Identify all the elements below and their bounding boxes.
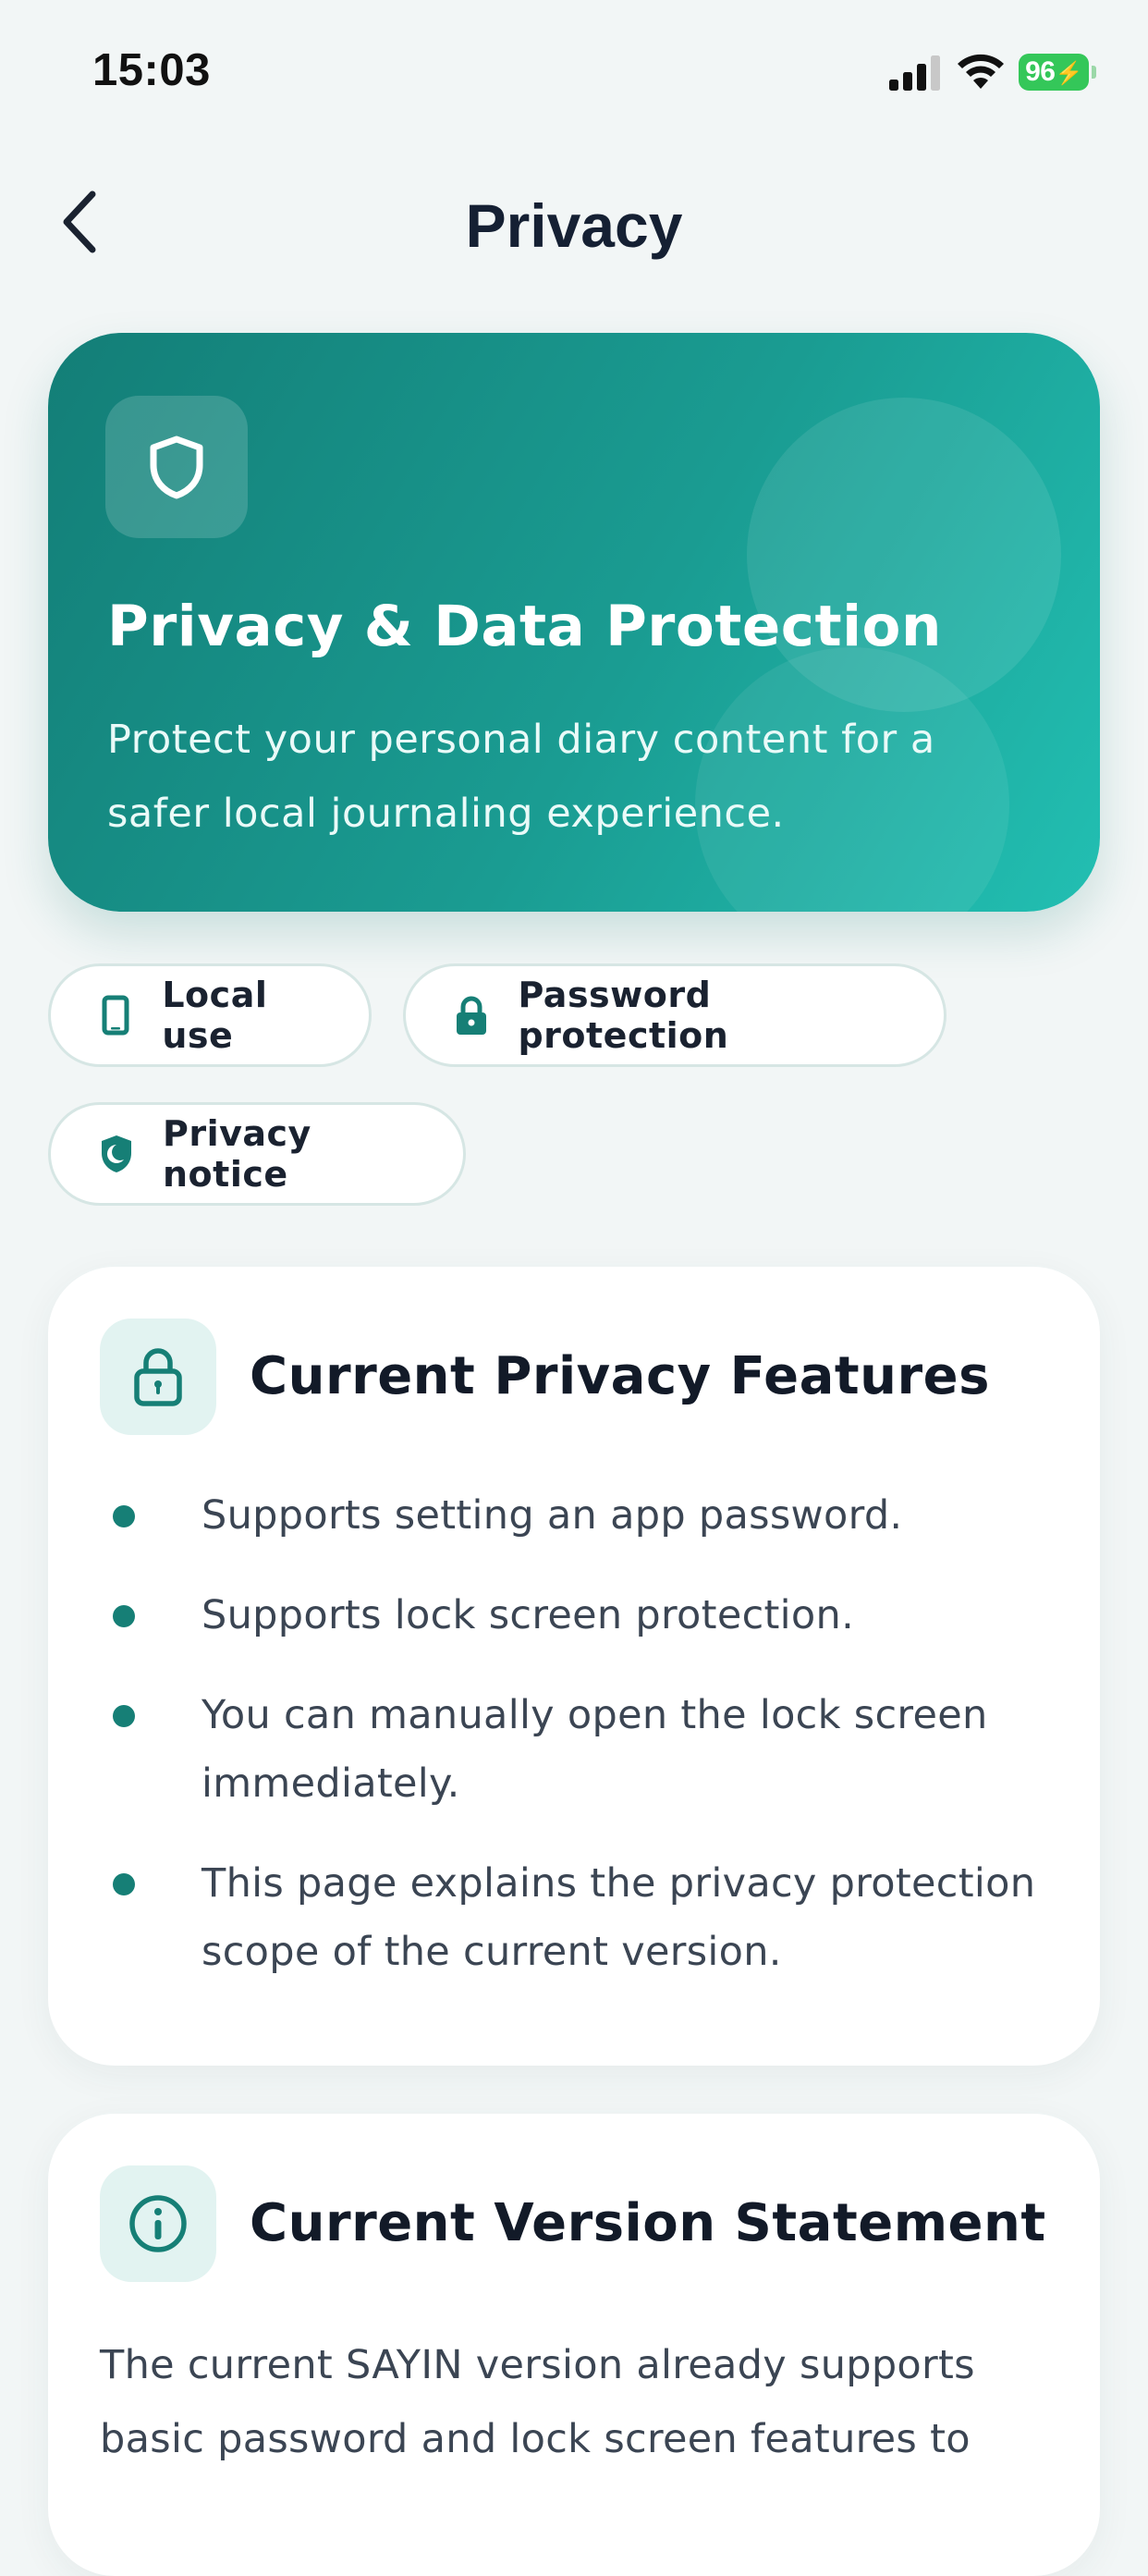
status-bar: 15:03 96⚡: [0, 0, 1148, 139]
card-title: Current Version Statement: [250, 2193, 1046, 2253]
chip-privacy-notice[interactable]: Privacy notice: [48, 1102, 466, 1206]
list-item: You can manually open the lock screen im…: [100, 1681, 1061, 1818]
lock-icon: [134, 1348, 182, 1406]
list-item-text: Supports setting an app password.: [202, 1492, 903, 1539]
hero-icon-container: [105, 396, 248, 538]
card-title: Current Privacy Features: [250, 1346, 990, 1406]
cellular-signal-icon: [889, 55, 940, 91]
charging-bolt-icon: ⚡: [1055, 61, 1082, 86]
page-title: Privacy: [465, 191, 683, 260]
info-icon: [129, 2195, 187, 2252]
list-item-text: You can manually open the lock screen im…: [202, 1692, 988, 1807]
privacy-features-card: Current Privacy Features Supports settin…: [48, 1267, 1100, 2066]
wifi-icon: [958, 54, 1004, 89]
hero-title: Privacy & Data Protection: [107, 594, 942, 659]
bullet-dot: [113, 1505, 135, 1527]
list-item: Supports lock screen protection.: [100, 1581, 1061, 1650]
battery-level: 96: [1025, 56, 1056, 87]
list-item-text: This page explains the privacy protectio…: [202, 1860, 1036, 1975]
phone-icon: [97, 995, 134, 1036]
list-item-text: Supports lock screen protection.: [202, 1592, 855, 1638]
card-icon-container: [100, 2165, 216, 2282]
version-statement-text: The current SAYIN version already suppor…: [100, 2342, 975, 2462]
chip-password-protection[interactable]: Password protection: [403, 963, 946, 1067]
shield-half-icon: [97, 1134, 135, 1174]
chip-local-use[interactable]: Local use: [48, 963, 372, 1067]
list-item: This page explains the privacy protectio…: [100, 1849, 1061, 1986]
feature-list: Supports setting an app password. Suppor…: [100, 1481, 1061, 2018]
bullet-dot: [113, 1873, 135, 1895]
chip-label: Privacy notice: [163, 1113, 311, 1195]
hero-description: Protect your personal diary content for …: [107, 717, 935, 837]
lock-icon: [452, 995, 490, 1036]
battery-charging-icon: 96⚡: [1019, 54, 1096, 91]
status-time: 15:03: [92, 45, 211, 95]
card-icon-container: [100, 1319, 216, 1435]
chip-label: Local use: [162, 975, 268, 1056]
version-statement-card: Current Version Statement The current SA…: [48, 2114, 1100, 2576]
bullet-dot: [113, 1705, 135, 1727]
list-item: Supports setting an app password.: [100, 1481, 1061, 1550]
shield-icon: [150, 435, 203, 499]
nav-bar: Privacy: [0, 157, 1148, 287]
hero-card: Privacy & Data Protection Protect your p…: [48, 333, 1100, 912]
chip-label: Password protection: [518, 975, 729, 1056]
bullet-dot: [113, 1605, 135, 1627]
